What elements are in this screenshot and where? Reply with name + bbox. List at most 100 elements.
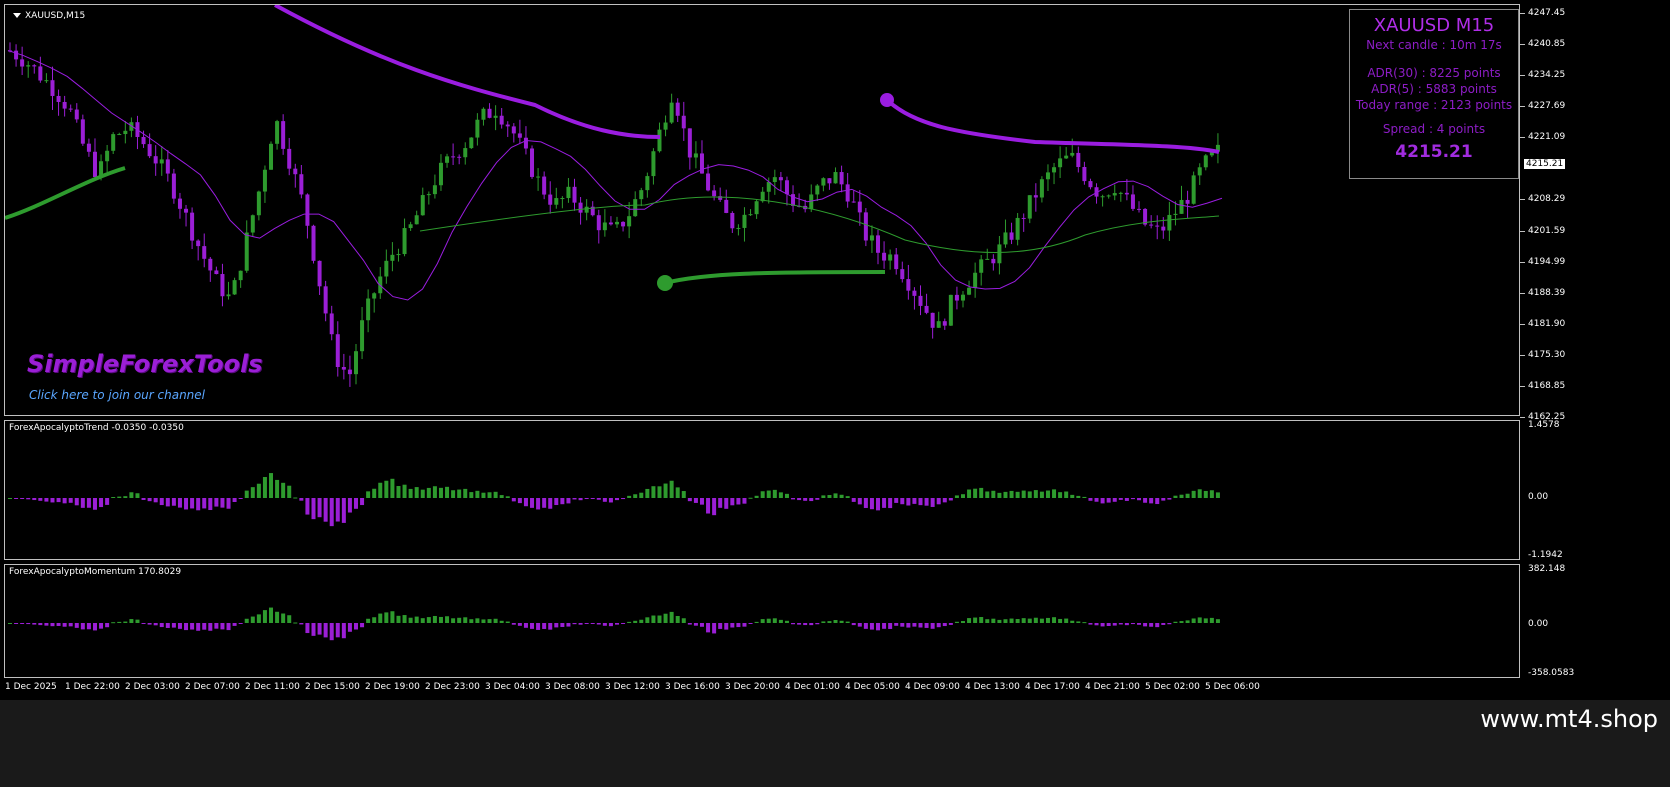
- momentum-bar: [766, 618, 771, 623]
- momentum-bar: [250, 616, 255, 623]
- candle-body: [232, 280, 237, 295]
- dropdown-icon[interactable]: [13, 13, 21, 18]
- momentum-bar: [390, 611, 395, 623]
- trend-bar: [432, 486, 437, 498]
- momentum-bar: [912, 623, 917, 627]
- momentum-bar: [208, 623, 213, 631]
- momentum-bar: [530, 623, 535, 629]
- trend-bar: [1161, 498, 1166, 501]
- momentum-bar: [432, 615, 437, 623]
- candle-body: [833, 172, 838, 184]
- trend-bar: [232, 498, 237, 502]
- candle-body: [1058, 158, 1063, 168]
- trend-bar: [748, 497, 753, 499]
- time-axis-label: 4 Dec 09:00: [905, 682, 960, 692]
- momentum-bar: [481, 619, 486, 623]
- candle-body: [105, 150, 110, 162]
- candle-body: [1167, 214, 1172, 231]
- trend-bar: [347, 498, 352, 513]
- candle-body: [548, 194, 553, 205]
- momentum-bar: [615, 623, 619, 625]
- candle-body: [214, 270, 219, 275]
- momentum-bar: [772, 618, 777, 623]
- candle-body: [608, 222, 613, 225]
- momentum-bar: [123, 621, 128, 623]
- trend-bar: [596, 498, 601, 500]
- momentum-bar: [948, 623, 953, 625]
- trend-bar: [475, 490, 480, 498]
- candle-body: [341, 366, 346, 370]
- candle-body: [1045, 172, 1050, 180]
- candle-body: [584, 206, 589, 213]
- momentum-bar: [159, 623, 164, 628]
- candle-body: [56, 95, 61, 102]
- momentum-bar: [754, 621, 759, 623]
- candle-body: [153, 156, 158, 164]
- momentum-bar: [578, 623, 583, 625]
- momentum-bar: [1045, 617, 1050, 623]
- candle-body: [353, 351, 358, 375]
- candle-body: [463, 148, 468, 158]
- candle-body: [184, 208, 189, 213]
- candle-body: [882, 252, 887, 261]
- momentum-bar: [967, 618, 972, 623]
- candle-body: [493, 115, 498, 118]
- candle-body: [299, 174, 304, 195]
- momentum-bar: [74, 623, 79, 628]
- candle-body: [857, 201, 862, 213]
- trend-bar: [536, 498, 541, 510]
- trend-bar: [177, 498, 182, 508]
- trend-bar: [457, 489, 462, 498]
- momentum-bar: [335, 623, 340, 638]
- trend-bar: [74, 498, 79, 506]
- momentum-bar: [147, 623, 152, 625]
- candle-body: [876, 235, 881, 253]
- trend-bar: [906, 498, 911, 506]
- trend-bar: [991, 490, 996, 498]
- candle-body: [942, 321, 947, 326]
- momentum-bar: [26, 623, 31, 625]
- candle-body: [669, 102, 674, 123]
- symbol-title[interactable]: XAUUSD,M15: [13, 11, 85, 21]
- candle-body: [894, 254, 899, 270]
- momentum-bar: [1058, 618, 1063, 623]
- price-axis-tick: [1520, 199, 1525, 201]
- trend-bar: [584, 498, 589, 499]
- adr30-text: ADR(30) : 8225 points: [1367, 66, 1501, 80]
- price-axis-tick: [1520, 354, 1525, 356]
- time-axis-label: 1 Dec 22:00: [65, 682, 120, 692]
- trend-axis-zero: 0.00: [1528, 492, 1549, 502]
- candle-body: [390, 254, 395, 261]
- momentum-indicator-pane[interactable]: ForexApocalyptoMomentum 170.8029: [4, 564, 1520, 678]
- trend-bar: [760, 491, 765, 498]
- trend-bar: [736, 498, 741, 505]
- join-channel-link[interactable]: Click here to join our channel: [29, 388, 205, 402]
- main-chart-pane[interactable]: XAUUSD,M15 SimpleForexTools Click here t…: [4, 4, 1520, 416]
- candle-body: [86, 143, 91, 152]
- momentum-bar: [797, 623, 802, 625]
- momentum-bar: [815, 623, 820, 625]
- candle-body: [1052, 167, 1057, 173]
- trend-bar: [973, 488, 978, 498]
- time-axis-label: 1 Dec 2025: [5, 682, 57, 692]
- candle-body: [226, 294, 231, 297]
- trend-bar: [845, 496, 850, 498]
- momentum-bar: [384, 612, 389, 623]
- trend-bar: [675, 487, 680, 498]
- trend-bar: [220, 498, 225, 508]
- candle-body: [1106, 195, 1111, 197]
- candle-body: [432, 185, 437, 195]
- trend-bar: [275, 479, 280, 498]
- trend-bar: [317, 498, 322, 518]
- momentum-bar: [38, 623, 43, 626]
- momentum-bar: [960, 621, 965, 623]
- momentum-bar: [706, 623, 711, 633]
- trend-indicator-pane[interactable]: ForexApocalyptoTrend -0.0350 -0.0350: [4, 420, 1520, 560]
- momentum-bar: [584, 623, 589, 624]
- momentum-bar: [566, 623, 571, 627]
- momentum-bar: [214, 623, 219, 629]
- candle-body: [621, 221, 626, 227]
- trend-bar: [572, 498, 577, 500]
- candle-body: [366, 298, 371, 321]
- trend-bar: [1094, 498, 1099, 502]
